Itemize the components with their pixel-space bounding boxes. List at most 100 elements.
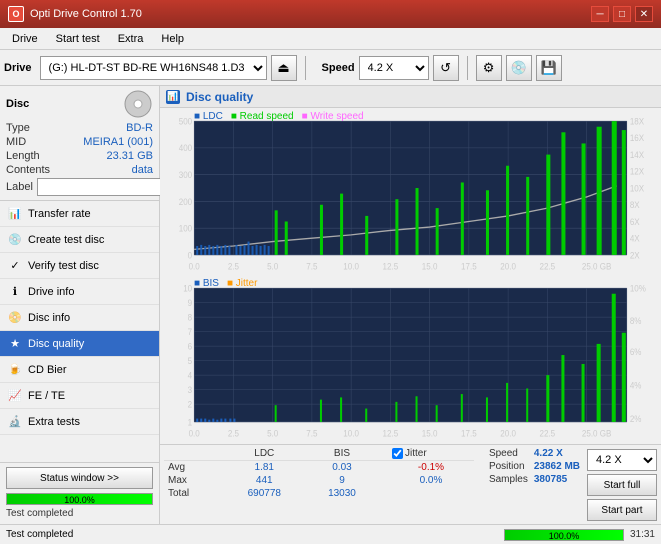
menu-bar: Drive Start test Extra Help	[0, 28, 661, 50]
avg-ldc: 1.81	[223, 461, 306, 475]
save-button[interactable]: 💾	[536, 55, 562, 81]
samples-label-cell: Samples	[486, 473, 531, 486]
sidebar-item-drive-info[interactable]: ℹ Drive info	[0, 279, 159, 305]
start-full-button[interactable]: Start full	[587, 474, 657, 496]
disc-panel: Disc Type BD-R MID MEIRA1 (001) Length 2…	[0, 86, 159, 201]
disc-label-row: Label ★	[6, 178, 153, 196]
svg-text:6X: 6X	[630, 216, 640, 226]
legend-write: ■ Write speed	[302, 111, 364, 122]
spacer-3	[378, 487, 388, 500]
progress-bar: 100.0%	[6, 493, 153, 505]
disc-contents-val: data	[132, 164, 153, 176]
legend-bis: ■ BIS	[194, 278, 219, 289]
avg-bis: 0.03	[306, 461, 378, 475]
status-section: Status window >> 100.0% Test completed	[0, 462, 159, 524]
svg-text:2.5: 2.5	[228, 428, 239, 438]
max-ldc: 441	[223, 474, 306, 487]
svg-text:400: 400	[179, 143, 193, 153]
spacer-1	[378, 461, 388, 475]
speed-select[interactable]: 4.2 X	[359, 56, 429, 80]
sidebar-item-disc-info[interactable]: 📀 Disc info	[0, 305, 159, 331]
svg-text:2X: 2X	[630, 250, 640, 260]
chart-icon: 📊	[166, 90, 180, 104]
col-header-bis: BIS	[306, 447, 378, 461]
app-status-bar: Test completed 100.0% 31:31	[0, 524, 661, 544]
disc-mid-row: MID MEIRA1 (001)	[6, 136, 153, 148]
sidebar-item-extra-tests[interactable]: 🔬 Extra tests	[0, 409, 159, 435]
jitter-label: Jitter	[405, 448, 427, 459]
sidebar-item-drive-info-label: Drive info	[28, 286, 74, 298]
svg-text:5.0: 5.0	[267, 261, 278, 271]
sidebar-item-fe-te-label: FE / TE	[28, 390, 65, 402]
eject-button[interactable]: ⏏	[271, 55, 297, 81]
menu-drive[interactable]: Drive	[4, 31, 46, 47]
top-legend: ■ LDC ■ Read speed ■ Write speed	[194, 111, 364, 122]
svg-text:300: 300	[179, 170, 193, 180]
menu-extra[interactable]: Extra	[110, 31, 152, 47]
sidebar-item-fe-te[interactable]: 📈 FE / TE	[0, 383, 159, 409]
status-window-button[interactable]: Status window >>	[6, 467, 153, 489]
drive-select[interactable]: (G:) HL-DT-ST BD-RE WH16NS48 1.D3	[40, 56, 267, 80]
disc-info-icon: 📀	[8, 311, 22, 325]
sidebar-item-disc-quality[interactable]: ★ Disc quality	[0, 331, 159, 357]
disc-label-key: Label	[6, 181, 33, 193]
svg-text:2: 2	[188, 399, 193, 409]
fe-te-icon: 📈	[8, 389, 22, 403]
refresh-button[interactable]: ↺	[433, 55, 459, 81]
progress-text: 100.0%	[7, 494, 152, 506]
svg-text:20.0: 20.0	[500, 428, 516, 438]
total-label: Total	[164, 487, 223, 500]
disc-contents-key: Contents	[6, 164, 50, 176]
svg-text:500: 500	[179, 116, 193, 126]
start-part-button[interactable]: Start part	[587, 499, 657, 521]
bottom-chart: 10 9 8 7 6 5 4 3 2 1 10% 8% 6% 4% 2% 0.0…	[164, 277, 657, 442]
svg-text:15.0: 15.0	[422, 261, 438, 271]
svg-text:10X: 10X	[630, 183, 645, 193]
svg-text:6: 6	[188, 341, 193, 351]
app-progress-bar: 100.0%	[504, 529, 624, 541]
col-header-jitter-row: Jitter	[388, 447, 474, 461]
close-button[interactable]: ✕	[635, 6, 653, 22]
disc-length-key: Length	[6, 150, 40, 162]
menu-help[interactable]: Help	[153, 31, 192, 47]
speed-value-cell: 4.22 X	[531, 447, 583, 460]
sidebar-item-create-test-disc-label: Create test disc	[28, 234, 104, 246]
sidebar-item-verify-test-disc[interactable]: ✓ Verify test disc	[0, 253, 159, 279]
avg-jitter: -0.1%	[388, 461, 474, 475]
speed-label-cell: Speed	[486, 447, 531, 460]
svg-text:10%: 10%	[630, 283, 647, 293]
max-bis: 9	[306, 474, 378, 487]
sidebar-item-create-test-disc[interactable]: 💿 Create test disc	[0, 227, 159, 253]
disc-icon	[123, 90, 153, 118]
svg-text:3: 3	[188, 385, 193, 395]
settings-button[interactable]: ⚙	[476, 55, 502, 81]
chart-title: Disc quality	[186, 90, 253, 104]
disc-quality-icon: ★	[8, 337, 22, 351]
disc-label-input[interactable]	[37, 178, 177, 196]
chart-header: 📊 Disc quality	[160, 86, 661, 108]
separator-2	[467, 56, 468, 80]
maximize-button[interactable]: □	[613, 6, 631, 22]
minimize-button[interactable]: ─	[591, 6, 609, 22]
svg-text:22.5: 22.5	[540, 261, 556, 271]
action-buttons: 4.2 X Start full Start part	[587, 447, 657, 523]
legend-ldc: ■ LDC	[194, 111, 223, 122]
disc-type-key: Type	[6, 122, 30, 134]
samples-value-cell: 380785	[531, 473, 583, 486]
sidebar-item-transfer-rate[interactable]: 📊 Transfer rate	[0, 201, 159, 227]
sidebar-item-cd-bier[interactable]: 🍺 CD Bier	[0, 357, 159, 383]
svg-text:25.0 GB: 25.0 GB	[582, 428, 612, 438]
chart-area: 📊 Disc quality ■ LDC ■ Read speed ■ Writ…	[160, 86, 661, 524]
menu-start-test[interactable]: Start test	[48, 31, 108, 47]
action-speed-select[interactable]: 4.2 X	[587, 449, 657, 471]
svg-text:7.5: 7.5	[306, 428, 317, 438]
svg-text:1: 1	[188, 417, 193, 427]
svg-text:100: 100	[179, 223, 193, 233]
sidebar-item-disc-quality-label: Disc quality	[28, 338, 84, 350]
sidebar-item-extra-tests-label: Extra tests	[28, 416, 80, 428]
svg-text:200: 200	[179, 196, 193, 206]
jitter-checkbox[interactable]	[392, 448, 403, 459]
svg-text:12X: 12X	[630, 166, 645, 176]
disc-mid-val: MEIRA1 (001)	[83, 136, 153, 148]
disc-button[interactable]: 💿	[506, 55, 532, 81]
